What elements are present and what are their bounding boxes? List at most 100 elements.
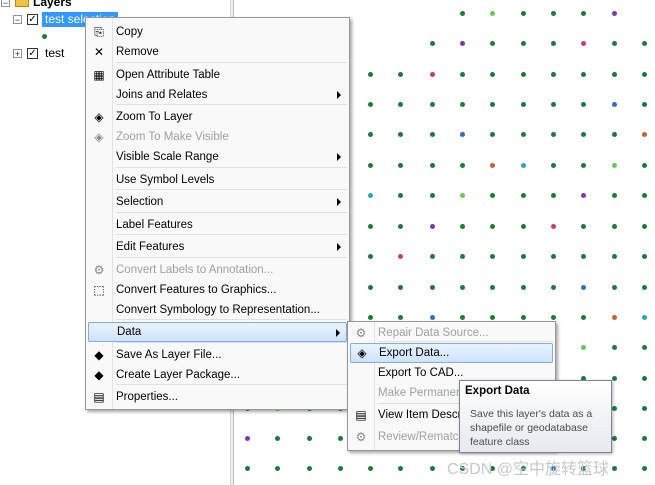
watermark: CSDN @空中旋转篮球 <box>447 461 610 478</box>
menu-item-label: Export To CAD... <box>378 367 464 379</box>
map-point-feature <box>368 193 373 198</box>
menu-item-label: Properties... <box>116 391 178 403</box>
map-point-feature <box>430 132 435 137</box>
map-point-feature <box>581 193 586 198</box>
map-point-feature <box>490 163 495 168</box>
submenu-arrow-icon <box>336 329 340 337</box>
layer-visibility-checkbox[interactable]: ✓ <box>27 47 38 59</box>
submenu-item-export-data[interactable]: ◈ Export Data... <box>350 343 553 363</box>
map-point-feature <box>368 285 373 290</box>
map-point-feature <box>490 224 495 229</box>
menu-item-label: Open Attribute Table <box>116 69 220 81</box>
menu-item-convert-symbology-to-representation[interactable]: Convert Symbology to Representation... <box>88 300 347 320</box>
map-point-feature <box>551 72 556 77</box>
submenu-arrow-icon <box>337 198 341 206</box>
menu-item-label: Edit Features <box>116 241 185 253</box>
menu-item-open-attribute-table[interactable]: ▦ Open Attribute Table <box>88 65 347 85</box>
menu-item-properties[interactable]: ▤ Properties... <box>88 387 347 407</box>
map-point-feature <box>430 315 435 320</box>
menu-item-data[interactable]: Data <box>88 322 347 342</box>
menu-item-convert-features-to-graphics[interactable]: ⬚ Convert Features to Graphics... <box>88 280 347 300</box>
map-point-feature <box>612 11 617 16</box>
menu-item-label: Save As Layer File... <box>116 349 222 361</box>
menu-item-use-symbol-levels[interactable]: Use Symbol Levels <box>88 170 347 190</box>
table-icon: ▦ <box>93 68 105 82</box>
map-point-feature <box>581 163 586 168</box>
map-point-feature <box>460 102 465 107</box>
map-point-feature <box>581 254 586 259</box>
menu-item-zoom-to-layer[interactable]: ◈ Zoom To Layer <box>88 107 347 127</box>
map-point-feature <box>642 436 647 441</box>
menu-item-joins-and-relates[interactable]: Joins and Relates <box>88 85 347 105</box>
menu-item-label-features[interactable]: Label Features <box>88 215 347 235</box>
menu-separator <box>116 342 347 343</box>
map-point-feature <box>581 224 586 229</box>
layers-folder-icon <box>15 0 29 7</box>
menu-item-copy[interactable]: ⎘ Copy <box>88 22 347 42</box>
menu-item-selection[interactable]: Selection <box>88 192 347 212</box>
map-point-feature <box>642 466 647 471</box>
arcmap-window: − Layers − ✓ test selection + ✓ test ⎘ Co… <box>0 0 655 485</box>
map-point-feature <box>551 132 556 137</box>
map-point-feature <box>581 285 586 290</box>
blank-icon <box>350 383 372 403</box>
blank-icon <box>88 215 110 235</box>
map-point-feature <box>430 163 435 168</box>
map-point-feature <box>612 224 617 229</box>
map-point-feature <box>398 163 403 168</box>
menu-item-label: View Item Descri <box>378 409 465 421</box>
map-point-feature <box>521 11 526 16</box>
convert-labels-icon: ⚙ <box>93 263 105 277</box>
properties-icon: ▤ <box>93 390 105 404</box>
map-point-feature <box>581 315 586 320</box>
layer-visibility-checkbox[interactable]: ✓ <box>27 13 38 25</box>
map-point-feature <box>612 315 617 320</box>
map-point-feature <box>460 163 465 168</box>
menu-item-convert-labels-to-annotation[interactable]: ⚙ Convert Labels to Annotation... <box>88 260 347 280</box>
map-point-feature <box>612 72 617 77</box>
map-point-feature <box>368 315 373 320</box>
menu-item-create-layer-package[interactable]: ◆ Create Layer Package... <box>88 365 347 385</box>
collapse-icon[interactable]: − <box>1 0 10 7</box>
menu-item-save-as-layer-file[interactable]: ◆ Save As Layer File... <box>88 345 347 365</box>
map-point-feature <box>398 254 403 259</box>
menu-separator <box>116 257 347 258</box>
map-point-feature <box>368 224 373 229</box>
map-point-feature <box>612 376 617 381</box>
layers-root-row[interactable]: − Layers <box>0 0 72 10</box>
collapse-icon[interactable]: − <box>13 14 22 24</box>
point-symbol-icon <box>42 33 47 39</box>
menu-item-visible-scale-range[interactable]: Visible Scale Range <box>88 147 347 167</box>
blank-icon <box>88 85 110 105</box>
map-point-feature <box>460 285 465 290</box>
menu-item-remove[interactable]: ✕ Remove <box>88 42 347 62</box>
menu-item-zoom-to-make-visible[interactable]: ◈ Zoom To Make Visible <box>88 127 347 147</box>
map-point-feature <box>521 163 526 168</box>
map-point-feature <box>490 285 495 290</box>
menu-separator <box>116 167 347 168</box>
map-point-feature <box>307 466 312 471</box>
map-point-feature <box>275 436 280 441</box>
review-icon: ⚙ <box>355 430 367 444</box>
expand-icon[interactable]: + <box>13 48 22 58</box>
menu-item-label: Joins and Relates <box>116 89 208 101</box>
map-point-feature <box>521 285 526 290</box>
layer-name[interactable]: test <box>42 46 67 61</box>
map-point-feature <box>368 132 373 137</box>
submenu-item-repair-data-source[interactable]: ⚙ Repair Data Source... <box>350 323 553 343</box>
map-point-feature <box>430 72 435 77</box>
view-item-icon: ▤ <box>355 408 367 422</box>
menu-item-label: Data <box>117 326 142 338</box>
map-point-feature <box>430 285 435 290</box>
layer-row-test[interactable]: + ✓ test <box>13 45 67 61</box>
map-point-feature <box>642 254 647 259</box>
map-point-feature <box>612 406 617 411</box>
map-point-feature <box>642 41 647 46</box>
map-point-feature <box>490 11 495 16</box>
map-point-feature <box>460 254 465 259</box>
map-point-feature <box>642 193 647 198</box>
map-point-feature <box>642 224 647 229</box>
menu-item-label: Convert Symbology to Representation... <box>116 304 320 316</box>
map-point-feature <box>521 102 526 107</box>
menu-item-edit-features[interactable]: Edit Features <box>88 237 347 257</box>
